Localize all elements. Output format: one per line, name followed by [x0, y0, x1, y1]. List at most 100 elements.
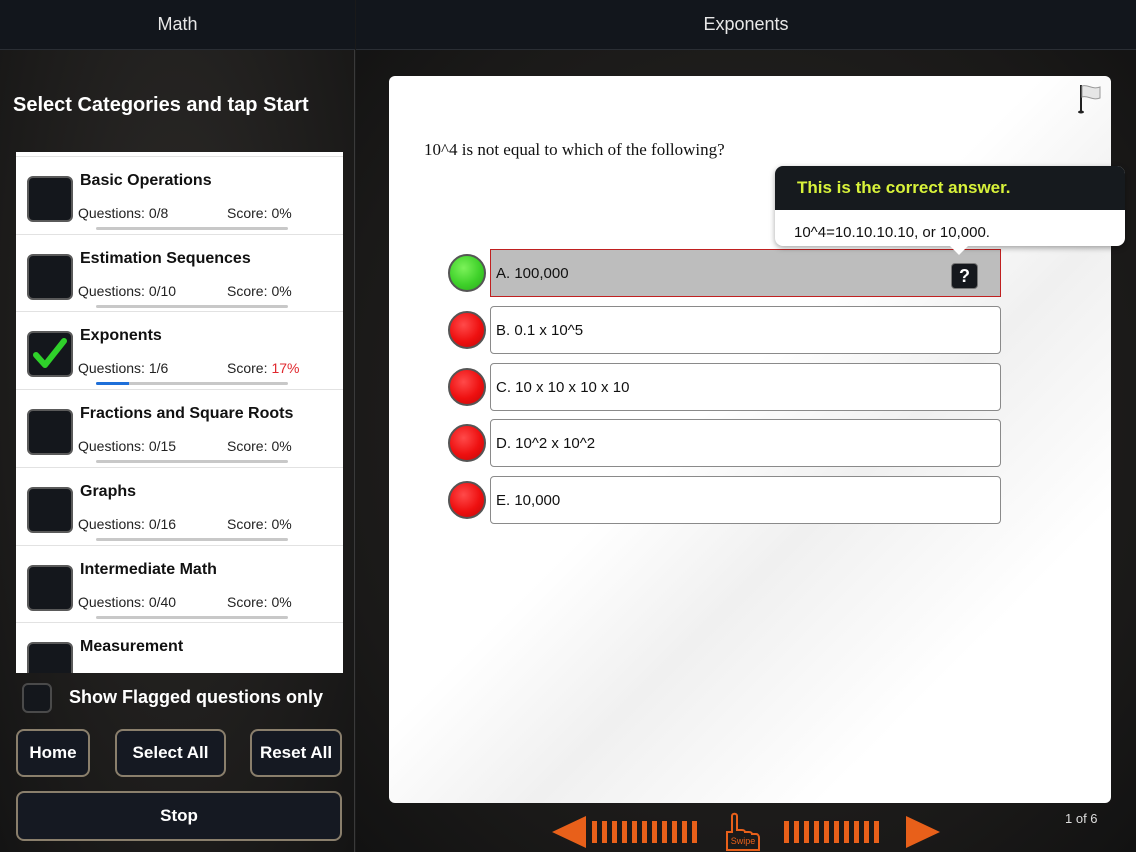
- answer-indicator: [448, 311, 486, 349]
- flagged-only-label: Show Flagged questions only: [69, 687, 324, 707]
- questions-value: 0/10: [148, 282, 177, 299]
- category-name: Basic Operations: [80, 172, 212, 189]
- answer-option[interactable]: D. 10^2 x 10^2: [490, 419, 1001, 467]
- category-row[interactable]: Graphs Questions: 0/16 Score: 0%: [16, 466, 343, 545]
- category-questions: Questions: 0/15: [78, 438, 176, 454]
- questions-label: Questions:: [78, 671, 145, 673]
- category-name: Fractions and Square Roots: [80, 405, 294, 423]
- swipe-navigation[interactable]: Swipe: [552, 812, 942, 852]
- questions-value: 0/16: [149, 671, 176, 673]
- category-checkbox[interactable]: [27, 409, 73, 456]
- category-row[interactable]: Fractions and Square Roots Questions: 0/1…: [16, 389, 343, 467]
- score-label: Score:: [227, 671, 267, 673]
- category-title: Exponents: [703, 14, 789, 34]
- category-checkbox[interactable]: [27, 176, 73, 222]
- score-label: Score:: [227, 593, 268, 610]
- category-progress-bar: [96, 537, 288, 541]
- score-value: 0%: [271, 671, 291, 673]
- questions-label: Questions:: [78, 282, 145, 299]
- quiz-panel: Exponents 10^4 is not equal to which of …: [356, 0, 1136, 852]
- questions-label: Questions:: [78, 205, 145, 221]
- category-row[interactable]: Basic Operations Questions: 0/8 Score: 0%: [16, 156, 343, 234]
- category-progress-bar: [96, 227, 288, 230]
- score-label: Score:: [227, 205, 268, 221]
- category-checkbox[interactable]: [27, 564, 73, 611]
- subject-title: Math: [157, 14, 198, 34]
- page-counter: 1 of 6: [1065, 811, 1098, 826]
- score-label: Score:: [227, 515, 268, 532]
- progress-fill: [96, 382, 129, 386]
- checkmark-icon: [33, 338, 67, 369]
- swipe-label: Swipe: [731, 836, 756, 846]
- score-value: 0%: [271, 438, 292, 455]
- category-row[interactable]: Measurement Questions: 0/16 Score: 0%: [16, 622, 343, 673]
- select-all-button[interactable]: Select All: [115, 729, 226, 777]
- tooltip-pointer: [950, 246, 968, 255]
- help-button[interactable]: ?: [951, 263, 978, 289]
- category-questions: Questions: 0/8: [78, 205, 168, 221]
- left-stripes: [592, 821, 697, 843]
- category-checkbox[interactable]: [27, 331, 73, 378]
- right-header: Exponents: [356, 0, 1136, 50]
- questions-label: Questions:: [78, 515, 145, 532]
- category-progress-bar: [96, 615, 288, 619]
- answer-explanation-tooltip: This is the correct answer. 10^4=10.10.1…: [775, 166, 1125, 255]
- score-value: 0%: [271, 205, 292, 221]
- category-questions: Questions: 1/6: [78, 360, 168, 376]
- previous-arrow-icon: [552, 816, 586, 848]
- questions-value: 0/40: [148, 593, 177, 610]
- category-name: Graphs: [80, 482, 137, 500]
- score-label: Score:: [227, 360, 268, 377]
- question-text: 10^4 is not equal to which of the follow…: [424, 140, 725, 159]
- answer-option[interactable]: E. 10,000: [490, 476, 1001, 524]
- category-checkbox[interactable]: [27, 486, 73, 533]
- questions-label: Questions:: [78, 438, 145, 455]
- tooltip-title: This is the correct answer.: [775, 166, 1125, 210]
- category-list[interactable]: Basic Operations Questions: 0/8 Score: 0% Es…: [16, 152, 343, 673]
- category-name: Intermediate Math: [80, 560, 217, 578]
- score-value: 17%: [271, 360, 300, 377]
- home-button[interactable]: Home: [16, 729, 90, 777]
- category-score: Score:0%: [227, 516, 292, 532]
- reset-all-button[interactable]: Reset All: [250, 729, 342, 777]
- category-questions: Questions: 0/16: [78, 671, 176, 673]
- category-name: Exponents: [80, 327, 162, 345]
- category-score: Score: 0%: [227, 671, 292, 673]
- questions-value: 0/8: [148, 205, 169, 221]
- category-checkbox[interactable]: [27, 642, 73, 673]
- category-row[interactable]: Estimation Sequences Questions: 0/10 Score…: [16, 233, 343, 312]
- instruction-heading: Select Categories and tap Start: [13, 94, 309, 116]
- answer-indicator: [448, 424, 486, 462]
- score-value: 0%: [271, 593, 292, 610]
- stop-button[interactable]: Stop: [16, 791, 342, 841]
- questions-value: 0/16: [148, 515, 177, 532]
- left-header: Math: [0, 0, 355, 50]
- category-row[interactable]: Exponents Questions: 1/6 Score: 17%: [16, 311, 343, 389]
- category-questions: Questions: 0/10: [78, 283, 176, 299]
- answer-option[interactable]: B. 0.1 x 10^5: [490, 306, 1001, 354]
- flag-icon[interactable]: [1076, 82, 1104, 114]
- category-name: Estimation Sequences: [80, 249, 251, 267]
- category-score: Score:0%: [227, 205, 292, 221]
- questions-value: 0/15: [148, 438, 177, 455]
- score-label: Score:: [227, 438, 268, 455]
- category-score: Score: 17%: [227, 360, 300, 376]
- swipe-hand-icon: Swipe: [726, 812, 760, 851]
- category-progress-bar: [96, 304, 288, 308]
- answer-indicator: [448, 254, 486, 292]
- category-panel: Math Select Categories and tap Start Bas…: [0, 0, 355, 852]
- category-progress-bar: [96, 382, 288, 386]
- answer-indicator: [448, 481, 486, 519]
- answer-option[interactable]: A. 100,000: [490, 249, 1001, 297]
- category-questions: Questions: 0/16: [78, 516, 176, 532]
- category-score: Score:0%: [227, 594, 292, 610]
- answer-option[interactable]: C. 10 x 10 x 10 x 10: [490, 363, 1001, 411]
- right-stripes: [784, 821, 879, 843]
- category-checkbox[interactable]: [27, 253, 73, 300]
- questions-value: 1/6: [148, 360, 169, 377]
- score-value: 0%: [271, 282, 292, 299]
- questions-label: Questions:: [78, 593, 145, 610]
- category-row[interactable]: Intermediate Math Questions: 0/40 Score: 0%: [16, 544, 343, 623]
- flagged-only-checkbox[interactable]: [22, 683, 52, 713]
- score-value: 0%: [271, 515, 292, 532]
